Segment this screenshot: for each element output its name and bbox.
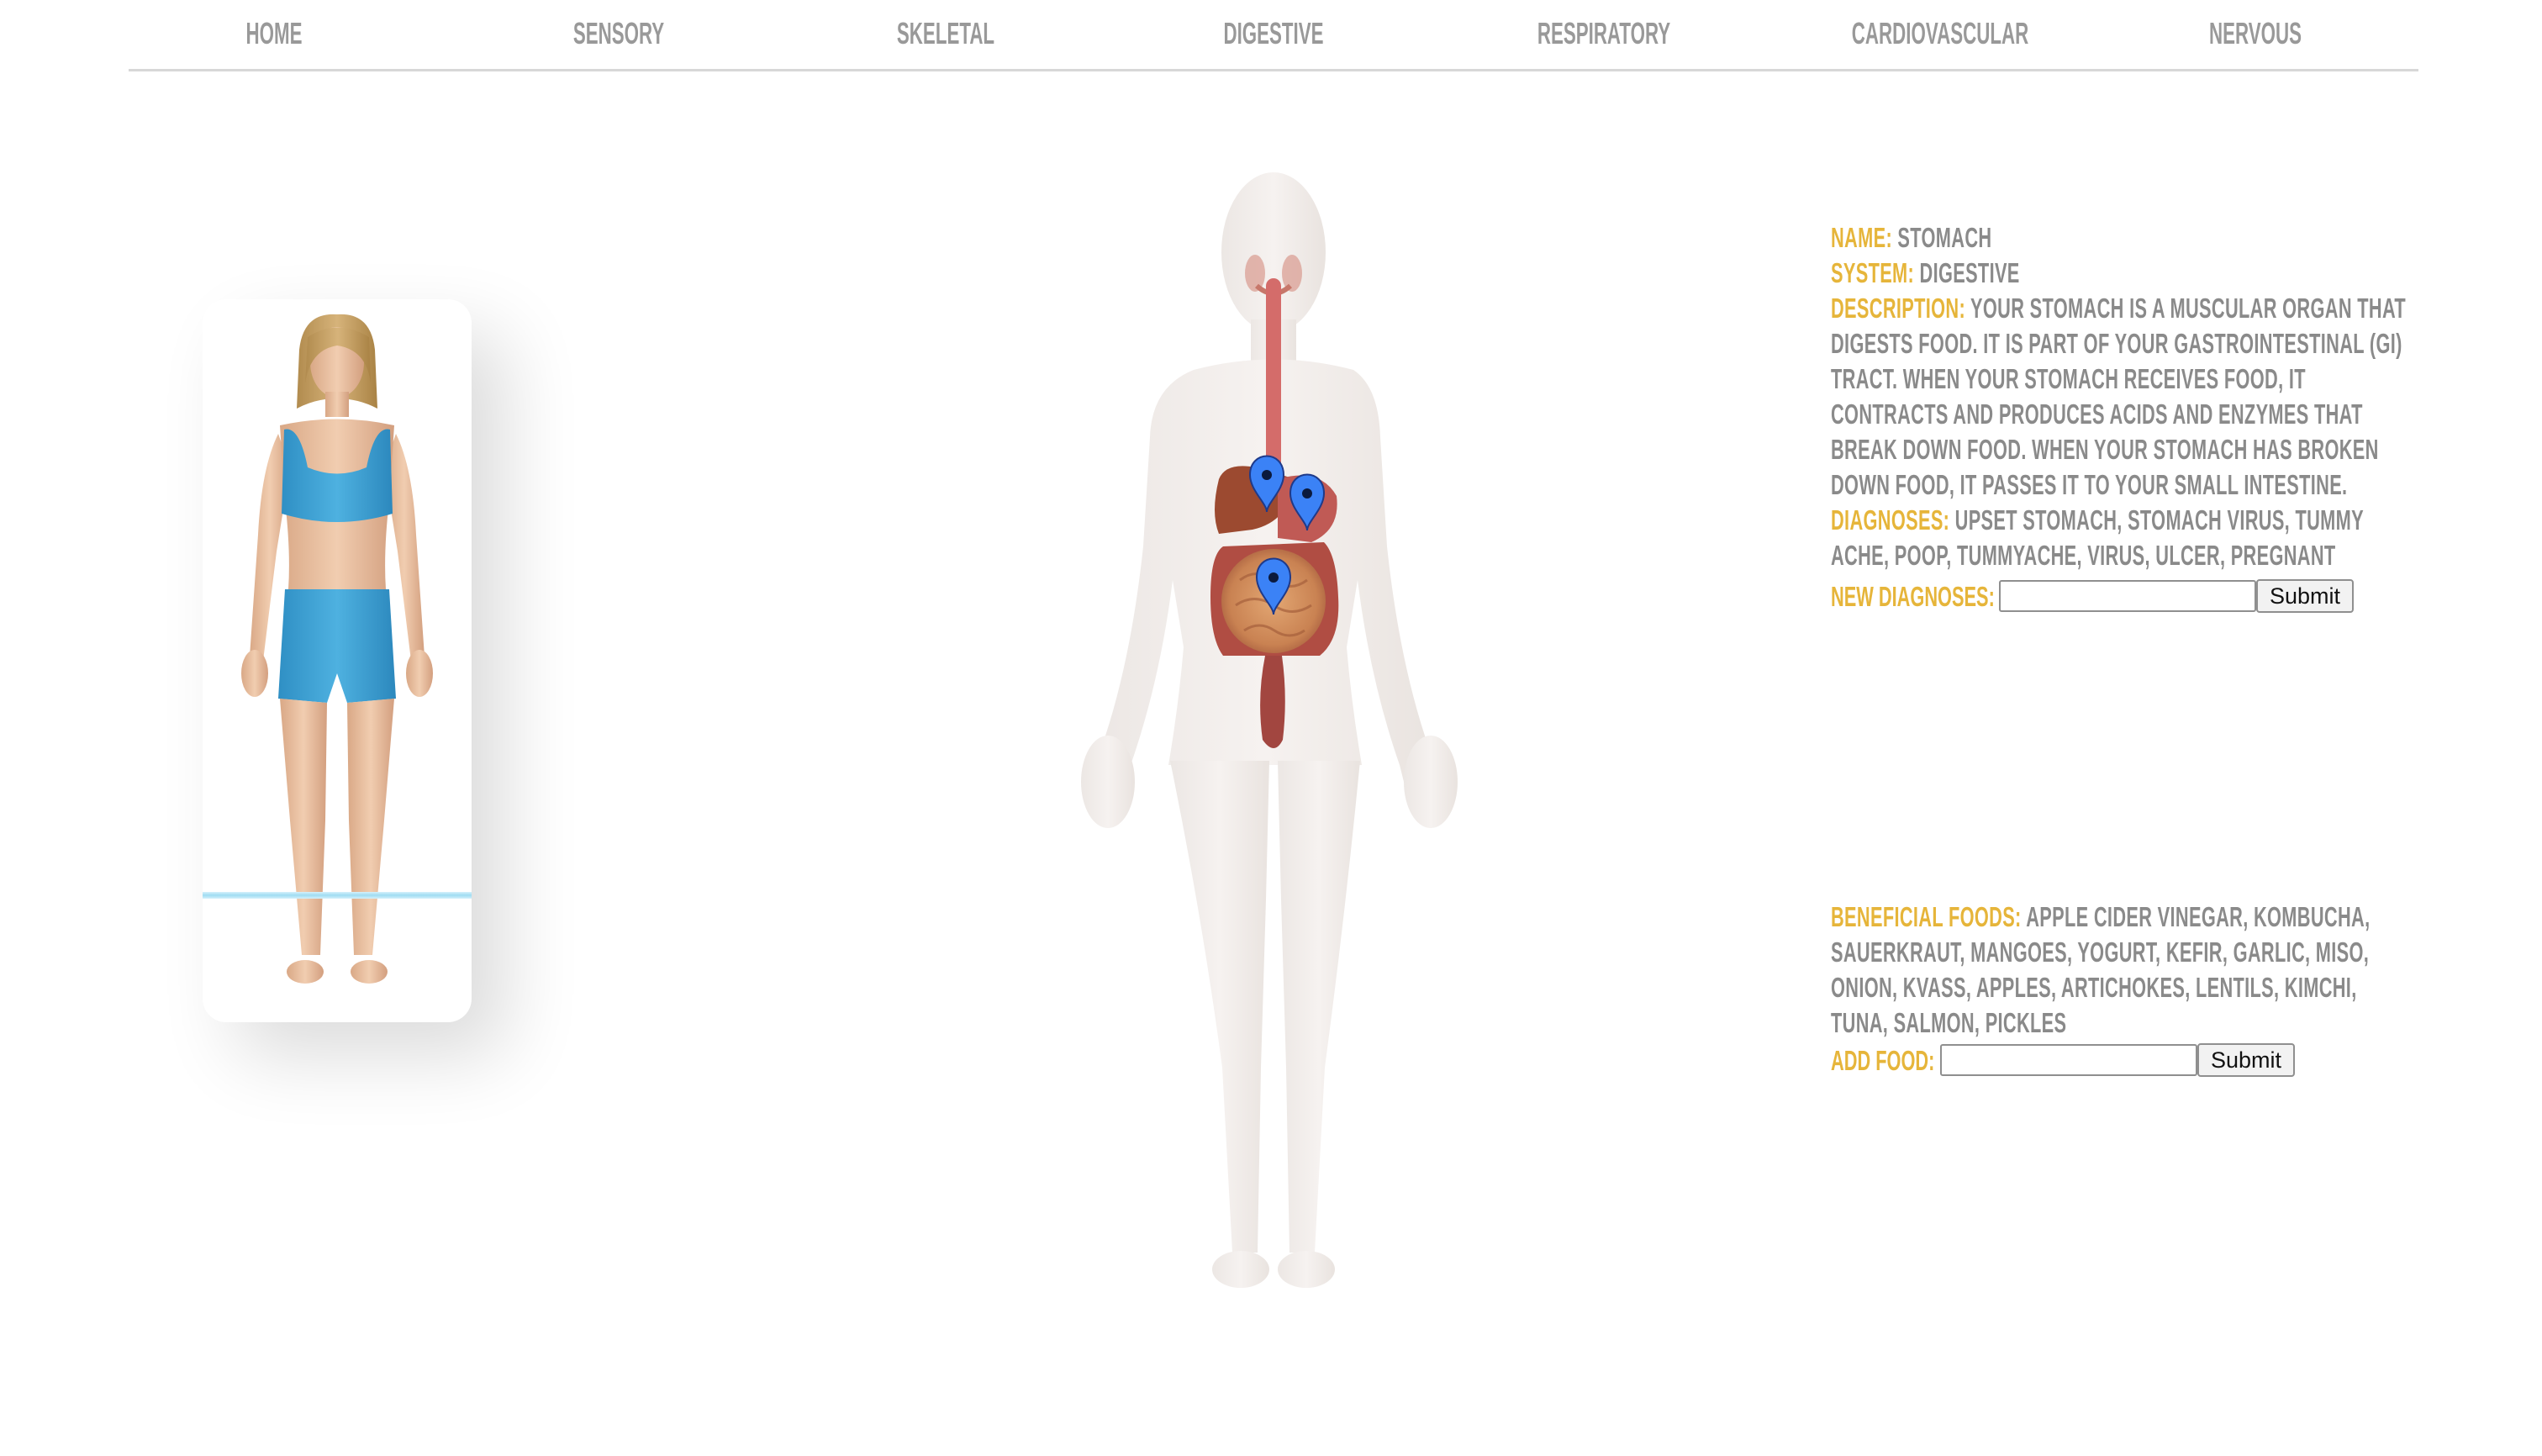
add-food-label: ADD FOOD: bbox=[1831, 1045, 1935, 1076]
organ-name: STOMACH bbox=[1897, 222, 1992, 253]
foods-panel: BENEFICIAL FOODS: APPLE CIDER VINEGAR, K… bbox=[1831, 899, 2419, 1041]
new-diagnoses-label: NEW DIAGNOSES: bbox=[1831, 581, 1995, 612]
new-diagnoses-input[interactable] bbox=[1999, 580, 2256, 612]
body-thumbnail-card[interactable] bbox=[203, 299, 472, 1022]
organ-info-panel: NAME: STOMACH SYSTEM: DIGESTIVE DESCRIPT… bbox=[1831, 220, 2419, 573]
add-food-submit-button[interactable]: Submit bbox=[2197, 1043, 2296, 1077]
female-figure-thumbnail bbox=[241, 314, 433, 984]
nav-nervous[interactable]: NERVOUS bbox=[2187, 12, 2323, 55]
top-navigation: HOME SENSORY SKELETAL DIGESTIVE RESPIRAT… bbox=[129, 0, 2418, 71]
nav-sensory[interactable]: SENSORY bbox=[556, 12, 682, 55]
new-diagnoses-row: NEW DIAGNOSES: Submit bbox=[1831, 578, 2419, 615]
organ-system: DIGESTIVE bbox=[1919, 257, 2020, 288]
nav-skeletal[interactable]: SKELETAL bbox=[881, 12, 1011, 55]
translucent-body-figure bbox=[1081, 172, 1458, 1288]
add-food-input[interactable] bbox=[1940, 1044, 2197, 1076]
system-label: SYSTEM: bbox=[1831, 257, 1915, 288]
nav-home[interactable]: HOME bbox=[229, 12, 318, 55]
nav-respiratory[interactable]: RESPIRATORY bbox=[1523, 12, 1685, 55]
description-label: DESCRIPTION: bbox=[1831, 293, 1966, 324]
add-food-row: ADD FOOD: Submit bbox=[1831, 1042, 2419, 1079]
organ-description: YOUR STOMACH IS A MUSCULAR ORGAN THAT DI… bbox=[1831, 293, 2407, 500]
scan-slider-line[interactable] bbox=[203, 892, 472, 899]
diagnoses-label: DIAGNOSES: bbox=[1831, 504, 1950, 535]
name-label: NAME: bbox=[1831, 222, 1893, 253]
nav-digestive[interactable]: DIGESTIVE bbox=[1205, 12, 1341, 55]
nav-cardiovascular[interactable]: CARDIOVASCULAR bbox=[1843, 12, 2036, 55]
anatomy-viewer bbox=[1068, 160, 1488, 1303]
new-diagnoses-submit-button[interactable]: Submit bbox=[2256, 579, 2355, 613]
beneficial-foods-label: BENEFICIAL FOODS: bbox=[1831, 901, 2022, 932]
